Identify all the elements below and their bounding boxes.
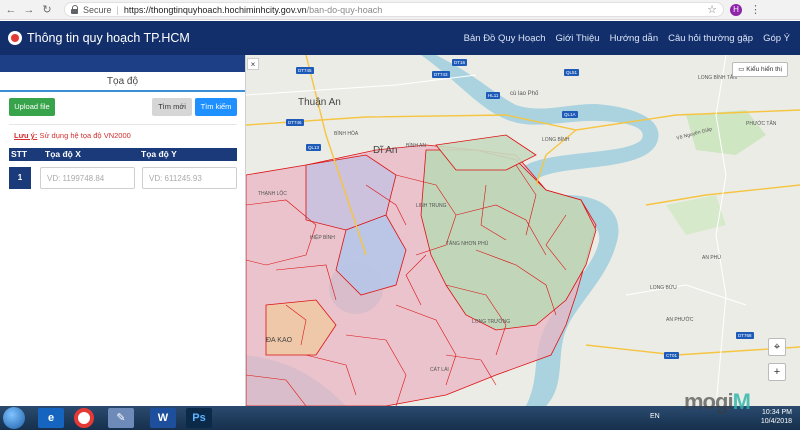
new-search-button[interactable]: Tìm mới	[152, 98, 192, 116]
coord-x-input[interactable]	[40, 167, 135, 189]
forward-icon[interactable]: →	[22, 3, 36, 17]
reload-icon[interactable]: ↻	[40, 3, 54, 17]
place-da-kao: ĐA KAO	[266, 337, 293, 344]
map-style-button[interactable]: ▭ Kiểu hiển thị	[732, 62, 788, 77]
paint-icon[interactable]: ✎	[108, 408, 134, 428]
nav-item-gioi-thieu[interactable]: Giới Thiệu	[556, 33, 600, 44]
bookmark-star-icon[interactable]: ☆	[707, 3, 717, 16]
clock-date: 10/4/2018	[760, 418, 792, 425]
coord-y-input[interactable]	[142, 167, 237, 189]
place-linh-trung: LINH TRUNG	[416, 203, 447, 209]
zoom-in-button[interactable]: +	[768, 363, 786, 381]
road-shield-dt768: DT768	[736, 332, 754, 339]
language-indicator[interactable]: EN	[650, 413, 660, 420]
road-shield-ql51: QL51	[564, 69, 580, 76]
system-clock[interactable]: 10:34 PM 10/4/2018	[761, 408, 792, 426]
road-shield-ql1a: QL1A	[562, 111, 578, 118]
place-tang-nhon-phu: TĂNG NHƠN PHÚ	[446, 241, 489, 247]
planning-map[interactable]: Thuận An Dĩ An cù lao Phố LONG BÌNH BÌNH…	[246, 55, 800, 406]
chrome-icon[interactable]	[74, 408, 94, 428]
watermark-accent: M	[732, 389, 751, 414]
coordinate-note: Lưu ý: Sử dụng hệ tọa độ VN2000	[14, 131, 131, 140]
browser-menu-icon[interactable]: ⋮	[750, 3, 761, 16]
address-bar[interactable]: Secure | https://thongtinquyhoach.hochim…	[64, 2, 724, 17]
road-shield-hl11: HL11	[486, 92, 501, 99]
panel-divider	[9, 124, 237, 125]
panel-heading[interactable]: Tọa độ	[0, 72, 245, 92]
nav-item-huong-dan[interactable]: Hướng dẫn	[610, 33, 659, 44]
place-phuoc-tan: PHƯỚC TÂN	[746, 121, 777, 127]
watermark-logo: mogiM	[684, 389, 751, 415]
windows-taskbar: e ✎ W Ps EN 10:34 PM 10/4/2018	[0, 406, 800, 430]
app-header: Thông tin quy hoạch TP.HCM Bản Đồ Quy Ho…	[0, 21, 800, 55]
panel-button-row: Upload file Tìm mới Tìm kiếm	[0, 92, 245, 122]
upload-file-button[interactable]: Upload file	[9, 98, 55, 116]
secure-label: Secure	[83, 4, 112, 15]
place-cat-lai: CÁT LÁI	[430, 367, 449, 373]
browser-toolbar: ← → ↻ Secure | https://thongtinquyhoach.…	[0, 0, 800, 20]
place-long-binh-tan: LONG BÌNH TÂN	[698, 75, 737, 81]
site-title[interactable]: Thông tin quy hoạch TP.HCM	[27, 31, 190, 45]
place-di-an: Dĩ An	[373, 145, 398, 156]
place-thuan-an: Thuận An	[298, 97, 341, 108]
coordinate-panel: Tọa độ Upload file Tìm mới Tìm kiếm	[0, 55, 246, 406]
col-stt: STT	[11, 149, 28, 159]
road-shield-dt746: DT746	[286, 119, 304, 126]
word-icon[interactable]: W	[150, 408, 176, 428]
main-nav: Bản Đồ Quy Hoạch Giới Thiệu Hướng dẫn Câ…	[464, 33, 790, 44]
coordinate-table-header: STT Tọa độ X Tọa độ Y	[9, 148, 237, 161]
road-shield-dt745: DT745	[296, 67, 314, 74]
photoshop-icon[interactable]: Ps	[186, 408, 212, 428]
search-button[interactable]: Tìm kiếm	[195, 98, 237, 116]
back-icon[interactable]: ←	[4, 3, 18, 17]
start-button-icon[interactable]	[3, 407, 25, 429]
place-long-binh: LONG BÌNH	[542, 137, 570, 143]
note-prefix: Lưu ý:	[14, 131, 38, 140]
place-binh-hoa: BÌNH HÒA	[334, 131, 359, 137]
road-shield-ct01: CT01	[664, 352, 680, 359]
place-hiep-binh: HIỆP BÌNH	[310, 235, 335, 241]
road-shield-ql13: QL13	[306, 144, 322, 151]
url-path: /ban-do-quy-hoach	[306, 4, 383, 15]
map-style-label: Kiểu hiển thị	[746, 66, 782, 73]
url-host: https://thongtinquyhoach.hochiminhcity.g…	[123, 4, 307, 15]
nav-item-ban-do-quy-hoach[interactable]: Bản Đồ Quy Hoạch	[464, 33, 546, 44]
panel-top-strip	[0, 55, 245, 72]
clock-time: 10:34 PM	[762, 409, 792, 416]
nav-item-gop-y[interactable]: Góp Ý	[763, 33, 790, 44]
place-long-buu: LONG BỬU	[650, 285, 677, 291]
col-y: Tọa độ Y	[141, 149, 177, 159]
row-number: 1	[9, 167, 31, 189]
road-shield-dt16: DT16	[452, 59, 468, 66]
lock-icon	[71, 5, 79, 14]
locate-button[interactable]: ⌖	[768, 338, 786, 356]
place-an-phuoc: AN PHƯỚC	[666, 317, 694, 323]
site-logo-icon[interactable]	[8, 31, 22, 45]
layer-icon: ▭	[738, 66, 745, 73]
place-thanh-loc: THẠNH LỘC	[258, 191, 287, 197]
col-x: Tọa độ X	[45, 149, 81, 159]
note-text: Sử dụng hệ tọa độ VN2000	[39, 131, 131, 140]
address-separator: |	[116, 4, 119, 15]
place-cu-lao-pho: cù lao Phố	[510, 91, 539, 97]
place-an-phu: AN PHÚ	[702, 255, 721, 261]
watermark-main: mogi	[684, 389, 734, 414]
road-shield-dt743: DT743	[432, 71, 450, 78]
nav-item-cau-hoi[interactable]: Câu hỏi thường gặp	[668, 33, 753, 44]
profile-avatar[interactable]: H	[730, 3, 742, 16]
place-binh-an: BÌNH AN	[406, 143, 427, 149]
ie-icon[interactable]: e	[38, 408, 64, 428]
place-long-truong: LONG TRƯỜNG	[472, 319, 511, 325]
close-panel-button[interactable]: ×	[247, 58, 259, 70]
